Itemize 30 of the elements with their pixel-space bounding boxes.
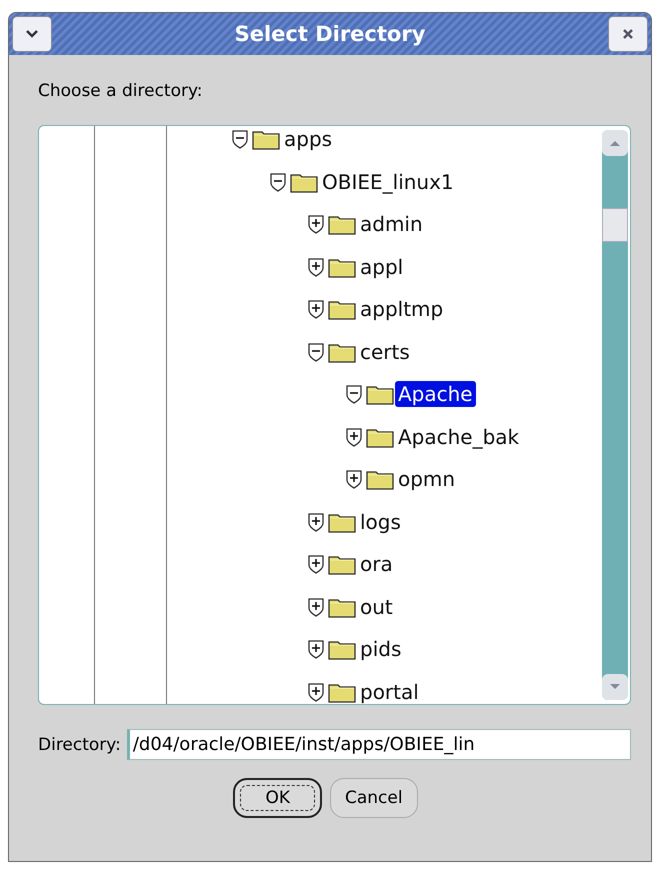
window-menu-button[interactable] [12, 16, 52, 52]
close-button[interactable] [608, 16, 648, 52]
window-title: Select Directory [234, 22, 426, 46]
scroll-thumb[interactable] [602, 208, 628, 242]
folder-item[interactable]: Apache [395, 381, 476, 408]
folder-item[interactable]: admin [357, 211, 426, 238]
chevron-down-icon [24, 28, 40, 40]
folder-item[interactable]: logs [357, 508, 404, 535]
folder-item[interactable]: appltmp [357, 296, 446, 322]
folder-item[interactable]: pids [357, 636, 404, 662]
down-arrow-icon [609, 683, 621, 691]
directory-field[interactable]: /d04/oracle/OBIEE/inst/apps/OBIEE_lin [126, 729, 631, 760]
folder-item[interactable]: certs [357, 338, 413, 365]
folder-item[interactable]: out [357, 594, 396, 620]
folder-item[interactable]: Apache_bak [395, 424, 522, 450]
scrollbar[interactable] [602, 130, 628, 700]
folder-item[interactable]: OBIEE_linux1 [319, 168, 457, 195]
scroll-up-button[interactable] [602, 130, 628, 156]
cancel-button[interactable]: Cancel [330, 778, 418, 818]
folder-item[interactable]: appl [357, 254, 406, 280]
folder-item[interactable]: ora [357, 551, 396, 578]
folder-item[interactable]: apps [281, 126, 336, 152]
folder-item[interactable]: portal [357, 678, 422, 704]
scroll-down-button[interactable] [602, 674, 628, 700]
folder-item[interactable]: opmn [395, 466, 458, 492]
up-arrow-icon [609, 139, 621, 147]
prompt-label: Choose a directory: [38, 81, 204, 103]
close-icon [621, 27, 635, 41]
directory-label: Directory: [38, 734, 121, 754]
ok-button[interactable]: OK [233, 778, 322, 818]
